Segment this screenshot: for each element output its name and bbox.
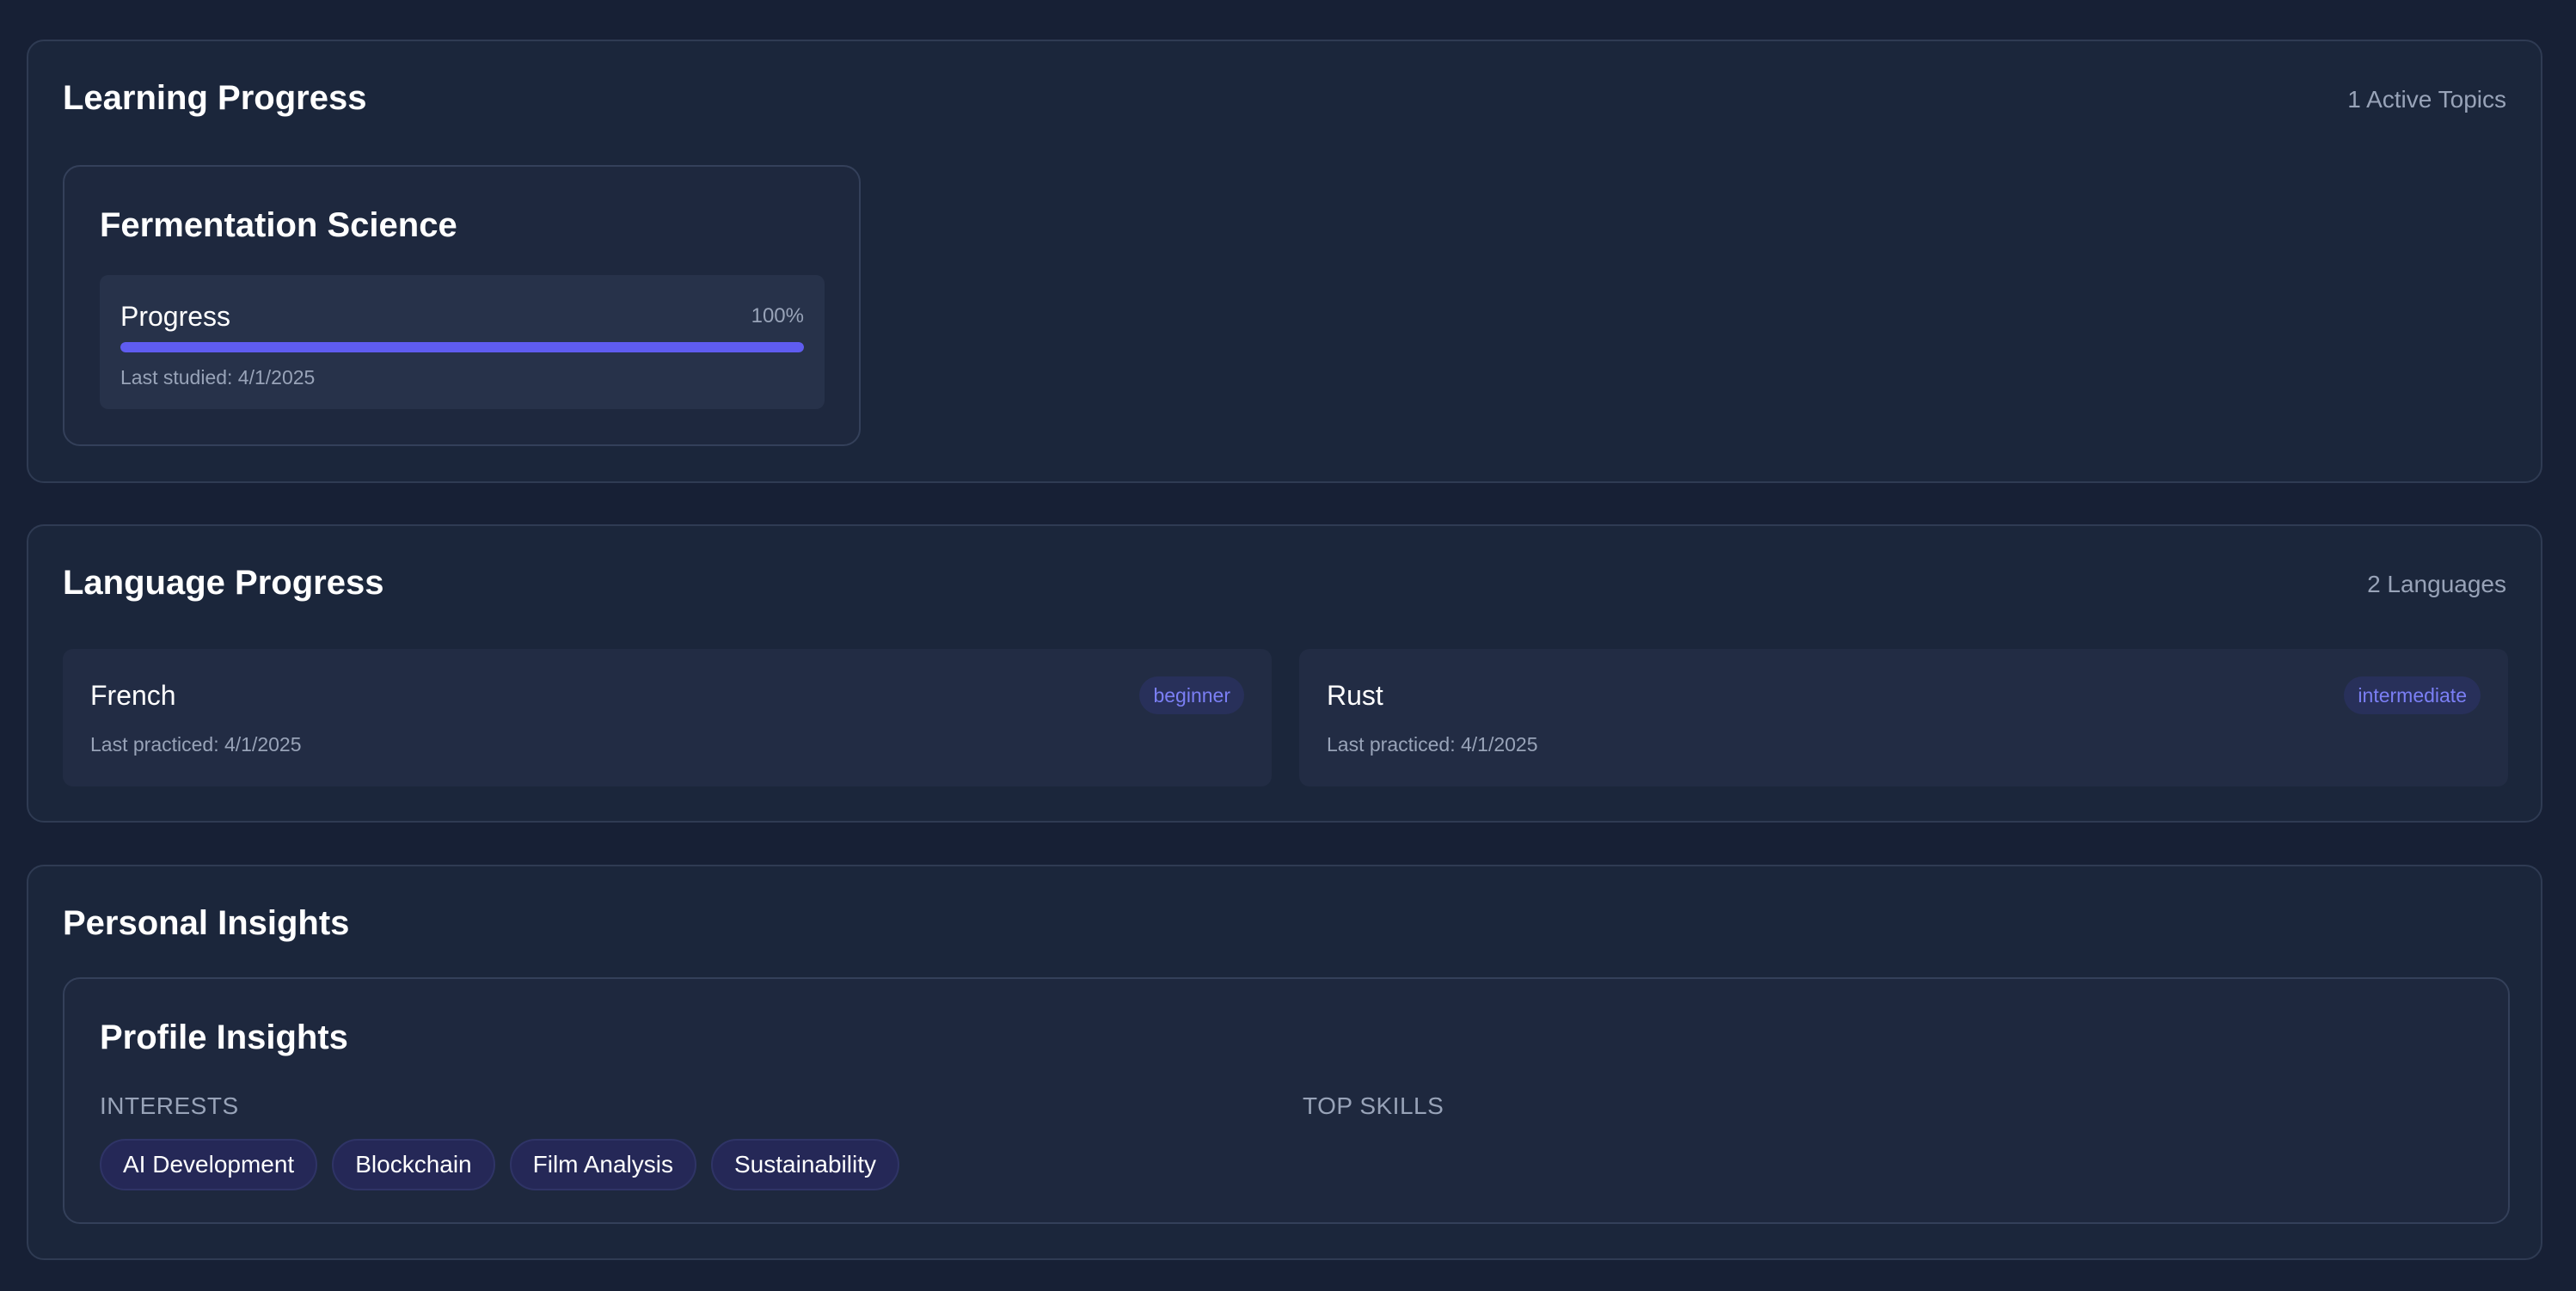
language-name: Rust xyxy=(1327,680,1383,711)
topic-card[interactable]: Fermentation Science Progress 100% Last … xyxy=(63,165,861,446)
language-card-french[interactable]: French beginner Last practiced: 4/1/2025 xyxy=(63,649,1272,786)
interests-heading: Interests xyxy=(100,1092,239,1119)
interest-chip[interactable]: Blockchain xyxy=(332,1139,495,1190)
topic-title: Fermentation Science xyxy=(100,206,457,244)
interest-chip[interactable]: Film Analysis xyxy=(509,1139,696,1190)
progress-percent: 100% xyxy=(751,304,804,327)
top-skills-heading: Top Skills xyxy=(1303,1092,1444,1119)
language-progress-panel: Language Progress 2 Languages French beg… xyxy=(27,524,2542,823)
language-progress-title: Language Progress xyxy=(63,564,384,602)
progress-bar xyxy=(120,342,804,352)
level-badge: beginner xyxy=(1139,676,1244,714)
active-topics-count: 1 Active Topics xyxy=(2347,86,2506,113)
profile-insights-card: Profile Insights Interests Top Skills AI… xyxy=(63,977,2510,1224)
learning-progress-panel: Learning Progress 1 Active Topics Fermen… xyxy=(27,40,2542,483)
interest-chip[interactable]: AI Development xyxy=(100,1139,318,1190)
progress-label: Progress xyxy=(120,301,231,332)
profile-insights-title: Profile Insights xyxy=(100,1019,348,1056)
progress-bar-fill xyxy=(120,342,804,352)
learning-progress-title: Learning Progress xyxy=(63,79,367,117)
language-name: French xyxy=(90,680,176,711)
personal-insights-panel: Personal Insights Profile Insights Inter… xyxy=(27,865,2542,1260)
last-practiced-date: Last practiced: 4/1/2025 xyxy=(90,733,302,756)
interest-chips: AI Development Blockchain Film Analysis … xyxy=(100,1139,899,1190)
language-card-rust[interactable]: Rust intermediate Last practiced: 4/1/20… xyxy=(1299,649,2508,786)
interest-chip[interactable]: Sustainability xyxy=(711,1139,899,1190)
level-badge: intermediate xyxy=(2344,676,2481,714)
languages-count: 2 Languages xyxy=(2367,571,2506,597)
personal-insights-title: Personal Insights xyxy=(63,904,350,942)
last-studied-date: Last studied: 4/1/2025 xyxy=(120,366,316,389)
last-practiced-date: Last practiced: 4/1/2025 xyxy=(1327,733,1538,756)
progress-box: Progress 100% Last studied: 4/1/2025 xyxy=(100,275,825,409)
